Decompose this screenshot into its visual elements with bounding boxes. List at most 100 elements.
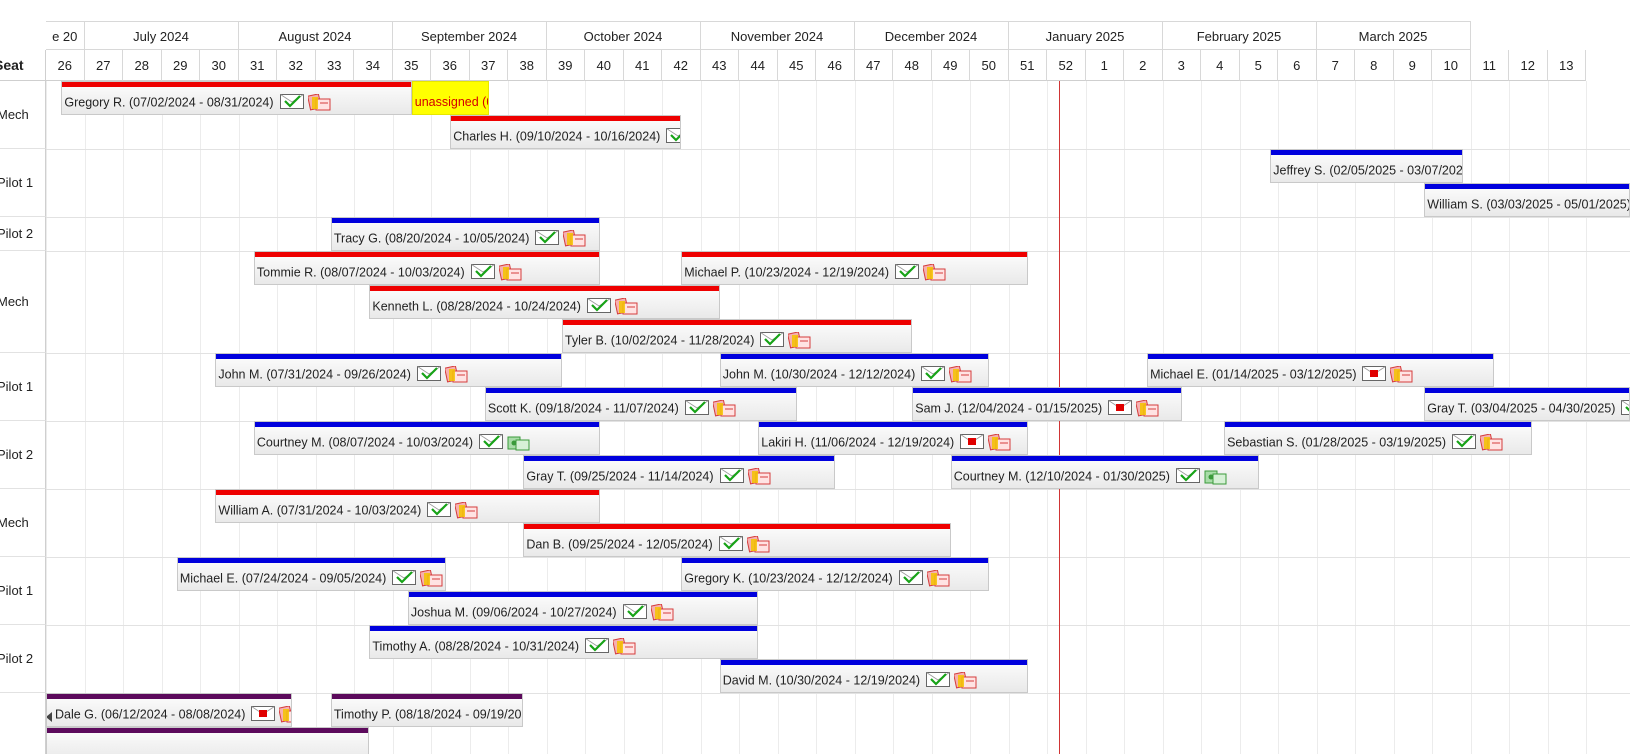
assignment-bar[interactable]: Lakiri H. (11/06/2024 - 12/19/2024) — [758, 421, 1028, 455]
grid-line — [816, 81, 817, 754]
credential-card-icon[interactable] — [613, 638, 637, 656]
credential-card-icon[interactable] — [650, 604, 675, 622]
bar-label-text: Joshua M. (09/06/2024 - 10/27/2024) — [410, 605, 617, 620]
assignment-bar[interactable] — [46, 727, 370, 754]
credential-card-icon[interactable] — [988, 434, 1012, 452]
seat-label-text: Pilot 2 — [0, 651, 34, 666]
email-sent-icon[interactable] — [585, 638, 610, 653]
credential-card-green-icon[interactable] — [507, 434, 531, 452]
assignment-bar[interactable]: John M. (10/30/2024 - 12/12/2024) — [719, 353, 990, 387]
week-header: 50 — [970, 50, 1009, 81]
email-sent-icon[interactable] — [427, 502, 452, 517]
credential-card-icon[interactable] — [1480, 434, 1504, 452]
credential-card-icon[interactable] — [307, 94, 332, 112]
credential-card-icon[interactable] — [279, 706, 292, 724]
bar-status-icons — [926, 672, 978, 690]
email-sent-icon[interactable] — [470, 264, 495, 279]
credential-card-icon[interactable] — [788, 332, 812, 350]
credential-card-icon[interactable] — [954, 672, 978, 690]
assignment-bar[interactable]: Dale G. (06/12/2024 - 08/08/2024) — [46, 693, 293, 727]
bar-role-accent — [408, 592, 758, 597]
email-sent-icon[interactable] — [921, 366, 946, 381]
assignment-bar[interactable]: Gray T. (03/04/2025 - 04/30/2025) — [1424, 387, 1630, 421]
email-sent-icon[interactable] — [719, 468, 744, 483]
assignment-bar[interactable]: Sebastian S. (01/28/2025 - 03/19/2025) — [1224, 421, 1533, 455]
week-header: 51 — [1008, 50, 1047, 81]
email-failed-icon[interactable] — [960, 434, 985, 449]
credential-card-icon[interactable] — [1390, 366, 1414, 384]
credential-card-icon[interactable] — [614, 298, 639, 316]
bar-label-text: Courtney M. (08/07/2024 - 10/03/2024) — [256, 435, 473, 450]
assignment-bar[interactable]: William A. (07/31/2024 - 10/03/2024) — [215, 489, 601, 523]
assignment-bar[interactable]: Scott K. (09/18/2024 - 11/07/2024) — [484, 387, 797, 421]
email-sent-icon[interactable] — [479, 434, 503, 449]
email-sent-icon[interactable] — [666, 128, 681, 143]
email-sent-icon[interactable] — [392, 570, 417, 585]
assignment-bar[interactable]: Timothy P. (08/18/2024 - 09/19/2024) — [330, 693, 524, 727]
email-sent-icon[interactable] — [760, 332, 785, 347]
email-sent-icon[interactable] — [718, 536, 743, 551]
email-sent-icon[interactable] — [926, 672, 951, 687]
email-sent-icon[interactable] — [279, 94, 304, 109]
email-sent-icon[interactable] — [1452, 434, 1477, 449]
email-sent-icon[interactable] — [535, 230, 560, 245]
email-failed-icon[interactable] — [251, 706, 276, 721]
credential-card-icon[interactable] — [498, 264, 523, 282]
credential-card-icon[interactable] — [923, 264, 947, 282]
assignment-bar[interactable]: David M. (10/30/2024 - 12/19/2024) — [719, 659, 1028, 693]
assignment-bar[interactable]: Charles H. (09/10/2024 - 10/16/2024) — [450, 115, 682, 149]
scroll-left-arrow-icon[interactable] — [47, 712, 52, 722]
assignment-bar[interactable]: Michael E. (01/14/2025 - 03/12/2025) — [1147, 353, 1494, 387]
week-header: 9 — [1393, 50, 1432, 81]
assignment-bar[interactable]: Gregory R. (07/02/2024 - 08/31/2024) — [61, 81, 412, 115]
bar-label: William S. (03/03/2025 - 05/01/2025) — [1427, 196, 1629, 214]
email-sent-icon[interactable] — [684, 400, 709, 415]
assignment-bar[interactable]: Sam J. (12/04/2024 - 01/15/2025) — [912, 387, 1182, 421]
email-sent-icon[interactable] — [586, 298, 611, 313]
email-sent-icon[interactable] — [622, 604, 647, 619]
credential-card-icon[interactable] — [563, 230, 587, 248]
assignment-bar[interactable]: Gray T. (09/25/2024 - 11/14/2024) — [523, 455, 836, 489]
credential-card-icon[interactable] — [926, 570, 951, 588]
bar-label-text: Sebastian S. (01/28/2025 - 03/19/2025) — [1227, 435, 1447, 450]
assignment-bar[interactable]: Tracy G. (08/20/2024 - 10/05/2024) — [330, 217, 601, 251]
email-sent-icon[interactable] — [1175, 468, 1200, 483]
email-failed-icon[interactable] — [1108, 400, 1133, 415]
bar-role-accent — [370, 286, 719, 291]
unassigned-slot[interactable]: unassigned (09/01/2024 - 09/14/2024) — [411, 81, 489, 115]
email-sent-icon[interactable] — [416, 366, 441, 381]
assignment-bar[interactable]: Gregory K. (10/23/2024 - 12/12/2024) — [681, 557, 990, 591]
week-header: 10 — [1432, 50, 1471, 81]
assignment-bar[interactable]: John M. (07/31/2024 - 09/26/2024) — [215, 353, 562, 387]
credential-card-icon[interactable] — [1136, 400, 1160, 418]
credential-card-icon[interactable] — [746, 536, 771, 554]
grid-line — [315, 81, 317, 754]
assignment-bar[interactable]: William S. (03/03/2025 - 05/01/2025) — [1424, 183, 1630, 217]
assignment-bar[interactable]: Kenneth L. (08/28/2024 - 10/24/2024) — [369, 285, 720, 319]
assignment-bar[interactable]: Jeffrey S. (02/05/2025 - 03/07/2025) — [1270, 149, 1463, 183]
assignment-bar[interactable]: Michael P. (10/23/2024 - 12/19/2024) — [681, 251, 1028, 285]
assignment-bar[interactable]: Tyler B. (10/02/2024 - 11/28/2024) — [561, 319, 913, 353]
email-sent-icon[interactable] — [1621, 400, 1630, 415]
assignment-bar[interactable]: Tommie R. (08/07/2024 - 10/03/2024) — [253, 251, 601, 285]
credential-card-green-icon[interactable] — [1204, 468, 1228, 486]
credential-card-icon[interactable] — [444, 366, 469, 384]
email-failed-icon[interactable] — [1362, 366, 1387, 381]
credential-card-icon[interactable] — [420, 570, 444, 588]
credential-card-icon[interactable] — [712, 400, 737, 418]
assignment-bar[interactable]: Timothy A. (08/28/2024 - 10/31/2024) — [369, 625, 759, 659]
week-header: 31 — [238, 50, 277, 81]
assignment-bar[interactable]: Courtney M. (12/10/2024 - 01/30/2025) — [950, 455, 1259, 489]
month-header: October 2024 — [546, 21, 701, 50]
credential-card-icon[interactable] — [455, 502, 479, 520]
bar-status-icons — [279, 94, 332, 112]
email-sent-icon[interactable] — [895, 264, 920, 279]
assignment-bar[interactable]: Joshua M. (09/06/2024 - 10/27/2024) — [407, 591, 759, 625]
assignment-bar[interactable]: Courtney M. (08/07/2024 - 10/03/2024) — [253, 421, 601, 455]
email-sent-icon[interactable] — [898, 570, 923, 585]
assignment-bar[interactable]: Michael E. (07/24/2024 - 09/05/2024) — [176, 557, 447, 591]
bar-label: unassigned (09/01/2024 - 09/14/2024) — [415, 94, 488, 110]
credential-card-icon[interactable] — [949, 366, 973, 384]
assignment-bar[interactable]: Dan B. (09/25/2024 - 12/05/2024) — [523, 523, 951, 557]
credential-card-icon[interactable] — [747, 468, 772, 486]
